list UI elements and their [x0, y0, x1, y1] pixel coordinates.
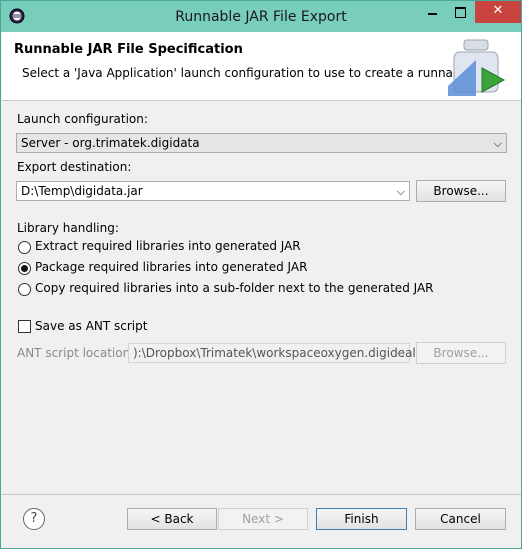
ant-location-value: ):\Dropbox\Trimatek\workspaceoxygen.digi… [133, 346, 416, 360]
export-destination-label: Export destination: [17, 160, 132, 174]
chevron-down-icon: ⌵ [396, 347, 405, 360]
launch-config-select[interactable]: Server - org.trimatek.digidata ⌵ [16, 133, 507, 153]
chevron-down-icon[interactable]: ⌵ [397, 185, 405, 199]
radio-selected-dot [21, 265, 28, 272]
extract-libraries-radio[interactable] [18, 241, 31, 254]
export-destination-field[interactable]: D:\Temp\digidata.jar ⌵ [16, 181, 410, 201]
jar-export-icon [448, 39, 506, 96]
ant-location-field[interactable]: ):\Dropbox\Trimatek\workspaceoxygen.digi… [128, 343, 416, 363]
finish-button[interactable]: Finish [316, 508, 407, 530]
minimize-button[interactable] [419, 1, 445, 23]
help-icon[interactable]: ? [23, 508, 45, 530]
ant-location-label: ANT script location: [17, 346, 135, 360]
close-icon: ✕ [492, 3, 504, 18]
extract-libraries-label[interactable]: Extract required libraries into generate… [35, 239, 301, 253]
library-handling-label: Library handling: [17, 221, 119, 235]
back-button[interactable]: < Back [127, 508, 217, 530]
save-ant-script-checkbox[interactable] [18, 320, 31, 333]
close-button[interactable]: ✕ [475, 1, 521, 23]
page-description: Select a 'Java Application' launch confi… [22, 66, 499, 80]
copy-libraries-label[interactable]: Copy required libraries into a sub-folde… [35, 281, 434, 295]
minimize-icon [428, 13, 437, 15]
save-ant-script-label[interactable]: Save as ANT script [35, 319, 147, 333]
wizard-header: Runnable JAR File Specification Select a… [2, 32, 521, 101]
export-destination-value: D:\Temp\digidata.jar [21, 184, 143, 198]
chevron-down-icon: ⌵ [493, 137, 502, 150]
launch-config-value: Server - org.trimatek.digidata [21, 136, 200, 150]
page-title: Runnable JAR File Specification [14, 42, 243, 57]
next-button[interactable]: Next > [218, 508, 308, 530]
package-libraries-radio[interactable] [18, 262, 31, 275]
launch-config-label: Launch configuration: [17, 112, 148, 126]
dialog-window: Runnable JAR File Export ✕ Runnable JAR … [0, 0, 522, 549]
ant-browse-button[interactable]: Browse... [416, 342, 506, 364]
copy-libraries-radio[interactable] [18, 283, 31, 296]
title-bar[interactable]: Runnable JAR File Export ✕ [1, 1, 521, 32]
package-libraries-label[interactable]: Package required libraries into generate… [35, 260, 307, 274]
footer-divider [2, 494, 521, 495]
maximize-icon [455, 7, 466, 18]
cancel-button[interactable]: Cancel [415, 508, 506, 530]
export-browse-button[interactable]: Browse... [416, 180, 506, 202]
maximize-button[interactable] [447, 1, 473, 23]
